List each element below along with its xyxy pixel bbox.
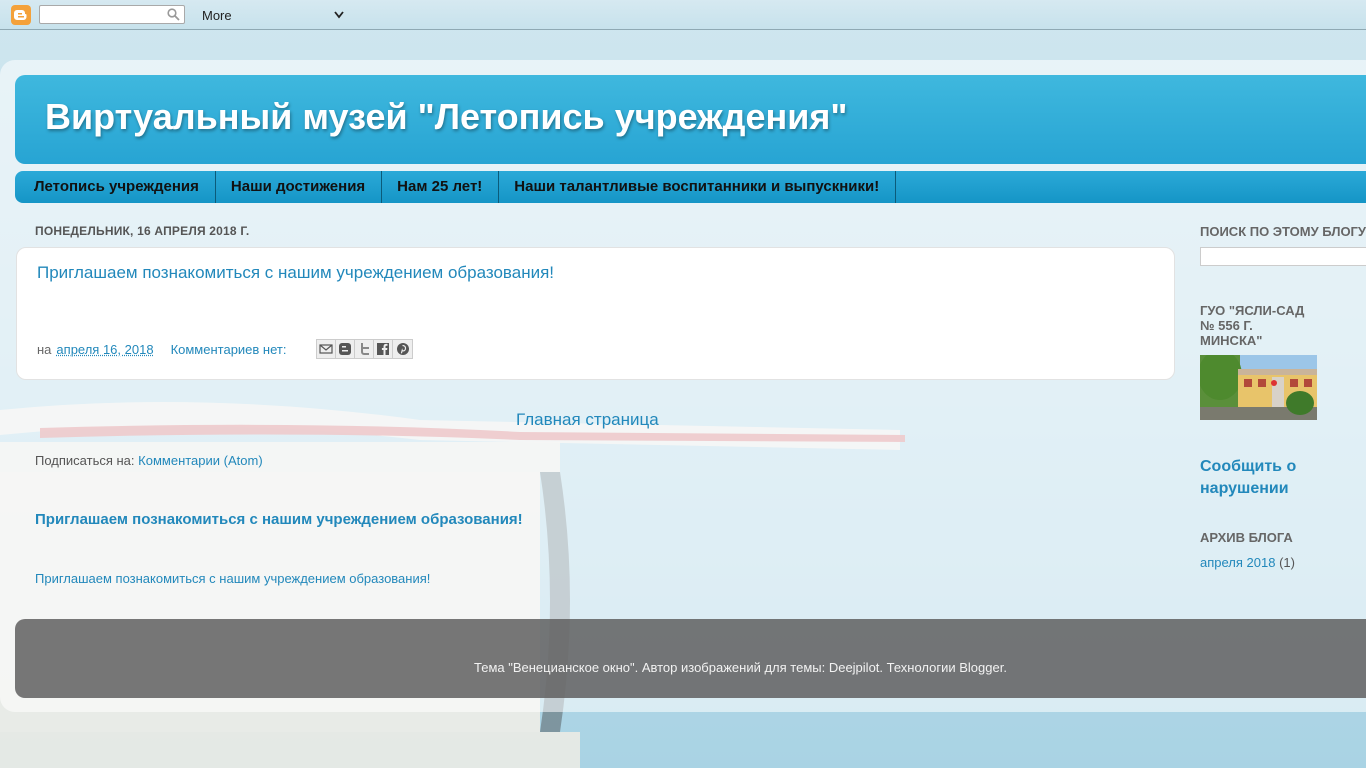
kindergarten-photo[interactable] [1200,355,1317,420]
pinterest-share-icon[interactable] [393,340,413,358]
search-blog-heading: ПОИСК ПО ЭТОМУ БЛОГУ [1200,224,1366,239]
subscribe-prefix: Подписаться на: [35,453,135,468]
atom-feed-link[interactable]: Комментарии (Atom) [138,453,263,468]
post-date-header: ПОНЕДЕЛЬНИК, 16 АПРЕЛЯ 2018 Г. [35,224,250,238]
tab-25-years[interactable]: Нам 25 лет! [382,171,500,203]
navbar-search-input[interactable] [39,5,185,24]
tab-achievements[interactable]: Наши достижения [216,171,383,203]
report-line1: Сообщить о [1200,458,1297,475]
search-icon[interactable] [167,8,180,21]
tab-chronicle[interactable]: Летопись учреждения [15,171,216,203]
archive-count: (1) [1279,555,1295,570]
twitter-share-icon[interactable] [355,340,375,358]
blog-title[interactable]: Виртуальный музей "Летопись учреждения" [45,96,848,138]
footer-attribution: Тема "Венецианское окно". Автор изображе… [474,660,1007,675]
report-line2: нарушении [1200,480,1289,497]
report-abuse-link[interactable]: Сообщить о нарушении [1200,456,1296,500]
share-buttons [316,339,414,359]
subscribe-line: Подписаться на: Комментарии (Atom) [35,453,263,468]
post-timestamp-link[interactable]: апреля 16, 2018 [56,342,153,357]
page-tabs: Летопись учреждения Наши достижения Нам … [15,171,1366,203]
popular-post-snippet-link[interactable]: Приглашаем познакомиться с нашим учрежде… [35,571,430,586]
more-dropdown[interactable]: More [202,7,344,23]
post-footer-prefix: на [37,341,52,357]
profile-heading-line3: МИНСКА" [1200,333,1263,348]
chevron-down-icon [334,11,344,19]
facebook-share-icon[interactable] [374,340,394,358]
blogger-navbar: More [0,0,1366,30]
more-label: More [202,7,232,23]
archive-heading: АРХИВ БЛОГА [1200,530,1293,545]
blogger-logo-icon[interactable] [11,5,31,25]
post-card: Приглашаем познакомиться с нашим учрежде… [16,247,1175,380]
profile-heading-line2: № 556 Г. [1200,318,1253,333]
post-footer: на апреля 16, 2018 Комментариев нет: [37,339,414,359]
footer [15,619,1366,698]
archive-month-link[interactable]: апреля 2018 [1200,555,1275,570]
post-title-link[interactable]: Приглашаем познакомиться с нашим учрежде… [37,263,554,283]
blogthis-share-icon[interactable] [336,340,356,358]
tab-talented-pupils[interactable]: Наши талантливые воспитанники и выпускни… [499,171,897,203]
profile-heading-line1: ГУО "ЯСЛИ-САД [1200,303,1305,318]
comments-link[interactable]: Комментариев нет: [171,342,287,357]
blog-search-input[interactable] [1200,247,1366,266]
archive-list-item: апреля 2018 (1) [1200,555,1295,570]
home-page-link[interactable]: Главная страница [516,410,659,430]
email-share-icon[interactable] [317,340,337,358]
popular-post-title-link[interactable]: Приглашаем познакомиться с нашим учрежде… [35,511,523,528]
profile-heading: ГУО "ЯСЛИ-САД № 556 Г. МИНСКА" [1200,303,1304,348]
